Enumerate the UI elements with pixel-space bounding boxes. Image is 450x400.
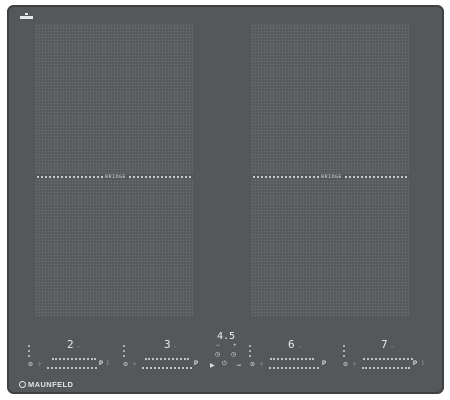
cooking-zone-front-right[interactable]	[251, 179, 409, 317]
zone4-slider[interactable]	[363, 358, 413, 361]
zone3-indicator: ◦◦	[298, 344, 301, 349]
zone2-slider-lower[interactable]	[142, 367, 192, 370]
logo-mark	[20, 13, 33, 19]
zone2-power-level[interactable]: 3	[164, 338, 171, 351]
zone2-slider[interactable]	[145, 358, 189, 361]
zone1-indicator: ◦◦	[77, 344, 80, 349]
settings-icon[interactable]: ⁘	[132, 361, 137, 368]
zone1-power-level[interactable]: 2	[67, 338, 74, 351]
zone4-boost[interactable]: P	[413, 361, 417, 367]
timer-plus-icon[interactable]: +	[233, 343, 237, 349]
zone2-indicator: ◦◦	[174, 344, 177, 349]
clock-icon-left[interactable]: ◷	[215, 351, 220, 358]
zone2-boost[interactable]: P	[194, 361, 198, 367]
pan-icon[interactable]: ⊜	[123, 361, 128, 368]
settings-icon[interactable]: ⁘	[259, 361, 264, 368]
brand-icon	[19, 381, 26, 388]
induction-hob: BRIDGE BRIDGE 2 ◦◦ ⊜ ⁘ P ⁞ 3 ◦◦ ⊜ ⁘ P 4.…	[7, 5, 444, 394]
zone1-slider[interactable]	[52, 358, 96, 361]
cooking-zone-front-left[interactable]	[35, 179, 193, 317]
zone4-leds	[343, 345, 347, 360]
zone1-slider-lower[interactable]	[47, 367, 97, 370]
pan-icon[interactable]: ⊜	[28, 361, 33, 368]
play-icon[interactable]: ▶	[210, 362, 215, 369]
zone1-boost-icon[interactable]: ⁞	[107, 361, 109, 367]
pan-icon[interactable]: ⊜	[250, 361, 255, 368]
cooking-zone-rear-right[interactable]	[251, 24, 409, 174]
timer-minus-icon[interactable]: −	[216, 343, 220, 349]
lock-icon[interactable]: ⊸	[236, 362, 241, 369]
zone3-slider-lower[interactable]	[269, 367, 319, 370]
zone1-boost[interactable]: P	[99, 361, 103, 367]
settings-icon[interactable]: ⁘	[352, 361, 357, 368]
zone3-slider[interactable]	[270, 358, 314, 361]
zone3-power-level[interactable]: 6	[288, 338, 295, 351]
clock-icon-right[interactable]: ◷	[231, 351, 236, 358]
zone4-indicator: ◦◦	[391, 344, 394, 349]
zone4-boost-icon[interactable]: ⁞	[422, 361, 424, 367]
bridge-label-left: BRIDGE	[103, 174, 129, 180]
zone4-power-level[interactable]: 7	[381, 338, 388, 351]
power-icon[interactable]: ⏻	[222, 361, 227, 368]
brand-logo: MAUNFELD	[19, 380, 73, 389]
cooking-zone-rear-left[interactable]	[35, 24, 193, 174]
bridge-label-right: BRIDGE	[319, 174, 345, 180]
zone2-leds	[123, 345, 127, 360]
zone3-boost[interactable]: P	[322, 361, 326, 367]
zone1-leds	[28, 345, 32, 360]
zone4-slider-lower[interactable]	[362, 367, 410, 370]
brand-name: MAUNFELD	[28, 380, 74, 389]
zone3-leds	[249, 345, 253, 360]
settings-icon[interactable]: ⁘	[37, 361, 42, 368]
pan-icon[interactable]: ⊜	[343, 361, 348, 368]
timer-display: 4.5	[217, 331, 236, 342]
